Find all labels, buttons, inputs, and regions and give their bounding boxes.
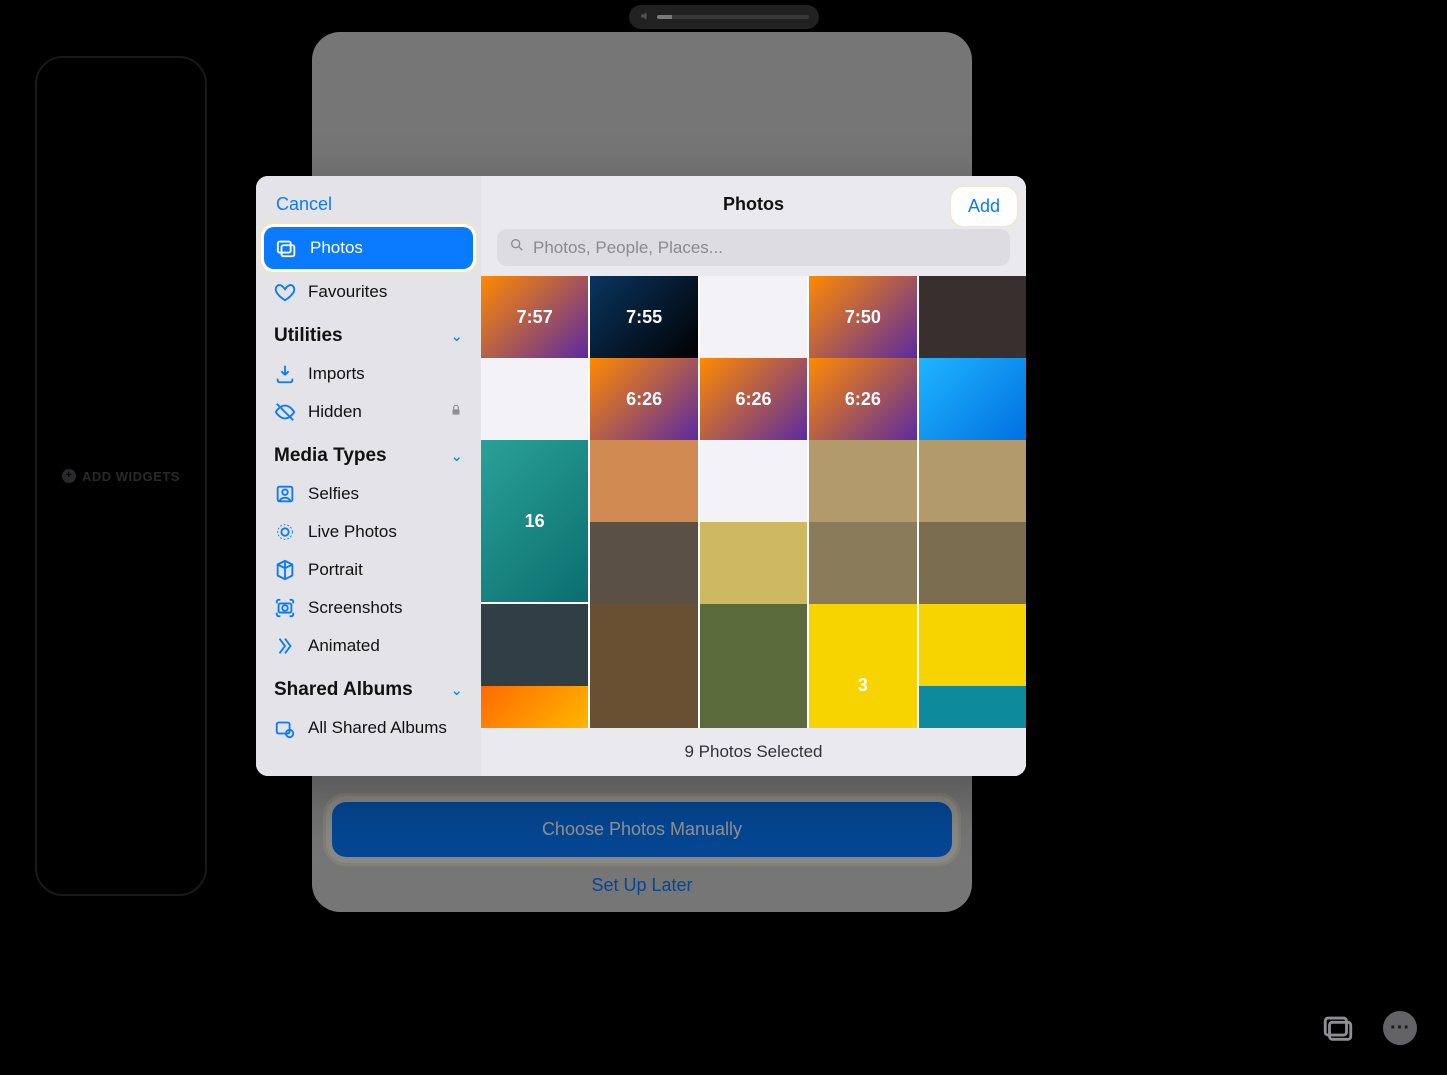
photo-thumbnail[interactable]: 7:57 <box>481 276 588 359</box>
gallery-icon[interactable] <box>1321 1011 1355 1045</box>
section-header-shared-albums[interactable]: Shared Albums ⌄ <box>256 665 481 709</box>
photo-thumbnail[interactable]: 6:26 <box>590 358 697 441</box>
photo-thumbnail[interactable] <box>809 440 916 523</box>
photos-icon <box>276 237 298 259</box>
sidebar-item-label: Screenshots <box>308 598 403 618</box>
photo-thumbnail[interactable] <box>809 522 916 605</box>
photo-thumbnail[interactable] <box>590 522 697 605</box>
import-icon <box>274 363 296 385</box>
section-header-utilities[interactable]: Utilities ⌄ <box>256 311 481 355</box>
selfie-icon <box>274 483 296 505</box>
photo-thumbnail[interactable] <box>700 440 807 523</box>
section-title: Utilities <box>274 325 343 347</box>
section-title: Shared Albums <box>274 679 413 701</box>
lock-icon <box>449 403 463 422</box>
photo-thumbnail[interactable]: 6:26 <box>809 358 916 441</box>
sidebar-item-animated[interactable]: Animated <box>256 627 481 665</box>
sidebar-item-label: Hidden <box>308 402 362 422</box>
bottom-right-controls: ··· <box>1321 1011 1417 1045</box>
photo-thumbnail[interactable] <box>700 604 807 728</box>
sidebar-item-live-photos[interactable]: Live Photos <box>256 513 481 551</box>
more-icon[interactable]: ··· <box>1383 1011 1417 1045</box>
photo-thumbnail[interactable]: ✓ <box>481 686 588 728</box>
chevron-down-icon: ⌄ <box>450 681 463 699</box>
sidebar-item-photos[interactable]: Photos <box>264 227 473 269</box>
sidebar-item-label: Photos <box>310 238 363 258</box>
section-header-media-types[interactable]: Media Types ⌄ <box>256 431 481 475</box>
photo-thumbnail[interactable] <box>919 276 1026 359</box>
sidebar-item-favourites[interactable]: Favourites <box>256 273 481 311</box>
sidebar-item-all-shared-albums[interactable]: All Shared Albums <box>256 709 481 747</box>
sidebar-item-label: Favourites <box>308 282 387 302</box>
selection-count: 9 Photos Selected <box>481 728 1026 776</box>
heart-icon <box>274 281 296 303</box>
picker-sidebar: Cancel Photos Favourites Utilities ⌄ Imp… <box>256 176 481 776</box>
section-title: Media Types <box>274 445 387 467</box>
livephoto-icon <box>274 521 296 543</box>
photo-thumbnail[interactable] <box>919 440 1026 523</box>
photo-thumbnail[interactable]: 3 <box>809 604 916 728</box>
photo-thumbnail[interactable]: 7:55 <box>590 276 697 359</box>
photo-grid: 7:577:557:506:266:266:26163✓ <box>481 276 1026 728</box>
add-button[interactable]: Add <box>954 190 1014 223</box>
photo-thumbnail[interactable] <box>919 686 1026 728</box>
sidebar-item-label: All Shared Albums <box>308 718 447 738</box>
sidebar-item-screenshots[interactable]: Screenshots <box>256 589 481 627</box>
search-icon <box>509 237 525 258</box>
photo-thumbnail[interactable]: 6:26 <box>700 358 807 441</box>
cube-icon <box>274 559 296 581</box>
hidden-icon <box>274 401 296 423</box>
add-button-label: Add <box>968 196 1000 216</box>
photo-thumbnail[interactable] <box>919 522 1026 605</box>
sidebar-item-label: Animated <box>308 636 380 656</box>
picker-main: Photos Add Photos, People, Places... 7:5… <box>481 176 1026 776</box>
photo-thumbnail[interactable] <box>590 604 697 728</box>
shared-icon <box>274 717 296 739</box>
photo-thumbnail[interactable] <box>700 276 807 359</box>
cancel-button[interactable]: Cancel <box>276 194 332 214</box>
sidebar-item-selfies[interactable]: Selfies <box>256 475 481 513</box>
sidebar-item-hidden[interactable]: Hidden <box>256 393 481 431</box>
search-input[interactable]: Photos, People, Places... <box>497 229 1010 266</box>
sidebar-item-portrait[interactable]: Portrait <box>256 551 481 589</box>
screenshot-icon <box>274 597 296 619</box>
photo-thumbnail[interactable] <box>700 522 807 605</box>
photo-picker-modal: Cancel Photos Favourites Utilities ⌄ Imp… <box>256 176 1026 776</box>
photo-thumbnail[interactable]: 7:50 <box>809 276 916 359</box>
photo-thumbnail[interactable] <box>919 358 1026 441</box>
sidebar-item-label: Imports <box>308 364 365 384</box>
photo-thumbnail[interactable] <box>919 604 1026 687</box>
sidebar-item-imports[interactable]: Imports <box>256 355 481 393</box>
search-placeholder: Photos, People, Places... <box>533 238 723 258</box>
picker-title: Photos <box>497 194 1010 215</box>
photo-thumbnail[interactable] <box>590 440 697 523</box>
sidebar-item-label: Portrait <box>308 560 363 580</box>
chevron-down-icon: ⌄ <box>450 327 463 345</box>
sidebar-item-label: Live Photos <box>308 522 397 542</box>
photo-thumbnail[interactable] <box>481 604 588 687</box>
sidebar-item-label: Selfies <box>308 484 359 504</box>
photo-thumbnail[interactable]: 16 <box>481 440 588 602</box>
chevron-down-icon: ⌄ <box>450 447 463 465</box>
animated-icon <box>274 635 296 657</box>
photo-thumbnail[interactable] <box>481 358 588 441</box>
